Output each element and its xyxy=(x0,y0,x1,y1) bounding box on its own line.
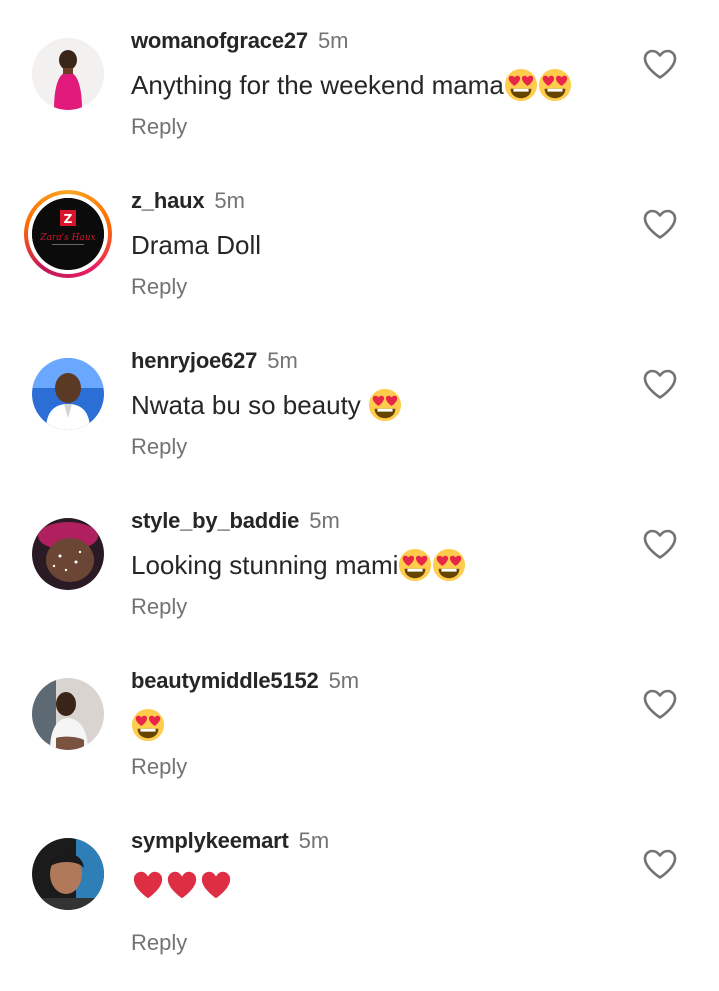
avatar[interactable] xyxy=(32,678,104,750)
comment-text: Drama Doll xyxy=(131,228,261,262)
svg-text:Zara's Haux: Zara's Haux xyxy=(39,233,95,243)
comment-item: Z Zara's Haux z_haux 5m Drama Doll Reply xyxy=(0,160,719,320)
comment-time: 5m xyxy=(328,668,360,693)
avatar[interactable] xyxy=(32,518,104,590)
heart-eyes-emoji xyxy=(538,68,572,102)
comment-time: 5m xyxy=(298,828,330,853)
comment-item: beautymiddle5152 5m Reply xyxy=(0,640,719,800)
heart-outline-icon[interactable] xyxy=(642,368,678,400)
avatar[interactable] xyxy=(32,38,104,110)
comment-username[interactable]: henryjoe627 xyxy=(131,348,257,373)
svg-text:Z: Z xyxy=(64,212,73,226)
comment-time: 5m xyxy=(309,508,340,533)
comment-username[interactable]: womanofgrace27 xyxy=(131,28,308,53)
comment-item: womanofgrace27 5m Anything for the weeken… xyxy=(0,0,719,160)
comment-time: 5m xyxy=(267,348,298,373)
comment-username[interactable]: z_haux xyxy=(131,188,205,213)
avatar[interactable] xyxy=(32,838,104,910)
comment-time: 5m xyxy=(317,28,349,53)
comment-text-content: Anything for the weekend mama xyxy=(131,70,504,100)
reply-button[interactable]: Reply xyxy=(131,113,187,141)
heart-outline-icon[interactable] xyxy=(642,48,678,80)
reply-button[interactable]: Reply xyxy=(131,593,187,621)
comment-text-content: Drama Doll xyxy=(131,230,262,260)
comment-username[interactable]: style_by_baddie xyxy=(131,508,299,533)
comment-time: 5m xyxy=(214,188,245,213)
heart-outline-icon[interactable] xyxy=(642,688,678,720)
heart-outline-icon[interactable] xyxy=(642,208,678,240)
heart-outline-icon[interactable] xyxy=(642,848,678,880)
comment-text xyxy=(131,868,233,902)
comment-text: Looking stunning mami xyxy=(131,548,466,582)
comment-item: henryjoe627 5m Nwata bu so beauty Reply xyxy=(0,320,719,480)
reply-button[interactable]: Reply xyxy=(131,273,187,301)
comment-text: Anything for the weekend mama xyxy=(131,68,572,102)
comment-text-content: Nwata bu so beauty xyxy=(131,390,369,420)
red-heart-emoji xyxy=(165,868,199,902)
heart-eyes-emoji xyxy=(398,548,432,582)
heart-eyes-emoji xyxy=(432,548,466,582)
comment-text xyxy=(131,708,165,742)
reply-button[interactable]: Reply xyxy=(131,929,187,957)
comment-text: Nwata bu so beauty xyxy=(131,388,402,422)
heart-eyes-emoji xyxy=(504,68,538,102)
heart-eyes-emoji xyxy=(131,708,165,742)
comment-item: style_by_baddie 5m Looking stunning mami … xyxy=(0,480,719,640)
red-heart-emoji xyxy=(199,868,233,902)
reply-button[interactable]: Reply xyxy=(131,433,187,461)
heart-eyes-emoji xyxy=(368,388,402,422)
red-heart-emoji xyxy=(131,868,165,902)
comment-username[interactable]: symplykeemart xyxy=(131,828,289,853)
heart-outline-icon[interactable] xyxy=(642,528,678,560)
comment-item: symplykeemart 5m Reply xyxy=(0,800,719,960)
reply-button[interactable]: Reply xyxy=(131,753,187,781)
comment-username[interactable]: beautymiddle5152 xyxy=(131,668,319,693)
comment-text-content: Looking stunning mami xyxy=(131,550,399,580)
avatar[interactable]: Z Zara's Haux xyxy=(24,190,112,278)
avatar[interactable] xyxy=(32,358,104,430)
